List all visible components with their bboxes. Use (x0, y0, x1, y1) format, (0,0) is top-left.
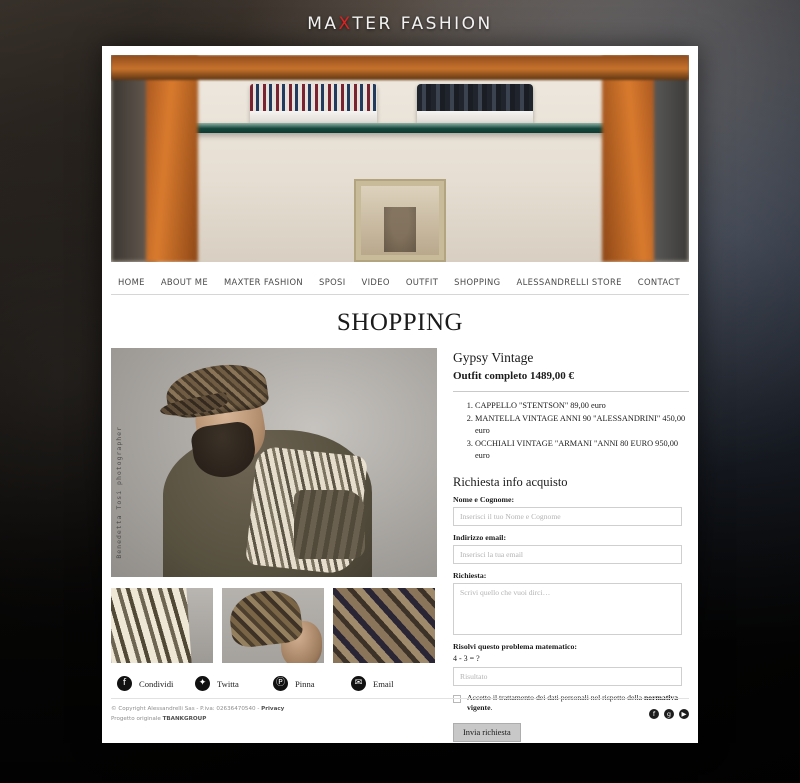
name-input[interactable] (453, 507, 682, 527)
page-card: HOME ABOUT ME MAXTER FASHION SPOSI VIDEO… (102, 46, 698, 743)
form-title: Richiesta info acquisto (453, 475, 568, 490)
nav-alessandrelli-store[interactable]: ALESSANDRELLI STORE (509, 277, 630, 287)
banner-artwork (111, 55, 689, 262)
banner-shirt-stack-left (249, 110, 377, 125)
logo-prefix: MA (307, 14, 339, 34)
pinterest-icon: Ⓟ (273, 676, 288, 691)
footer-credit-brand[interactable]: TBANKGROUP (163, 716, 207, 722)
youtube-icon[interactable]: ▶ (679, 709, 689, 720)
site-logo[interactable]: MAXTER FASHION (307, 14, 493, 34)
captcha-question: 4 - 3 = ? (453, 654, 480, 664)
captcha-input[interactable] (453, 667, 682, 687)
footer-credit-line: Progetto originale TBANKGROUP (111, 715, 284, 725)
share-twitter-button[interactable]: ✦ Twitta (195, 676, 273, 691)
footer-credit-prefix: Progetto originale (111, 716, 163, 723)
share-facebook-button[interactable]: f Condividi (117, 676, 195, 691)
nav-about-me[interactable]: ABOUT ME (153, 277, 216, 287)
site-footer: © Copyright Alessandrelli Sas - P.iva: 0… (111, 698, 689, 725)
nav-maxter-fashion[interactable]: MAXTER FASHION (216, 277, 311, 287)
photo-shawl-fringe (293, 489, 366, 559)
share-pinterest-button[interactable]: Ⓟ Pinna (273, 676, 351, 691)
footer-copyright: © Copyright Alessandrelli Sas - P.iva: 0… (111, 706, 262, 713)
nav-sposi[interactable]: SPOSI (311, 277, 354, 287)
main-navigation: HOME ABOUT ME MAXTER FASHION SPOSI VIDEO… (111, 271, 689, 295)
site-header: MAXTER FASHION (0, 0, 800, 48)
logo-accent-x: X (338, 14, 353, 34)
banner-glass-shelf (186, 123, 614, 133)
list-item: MANTELLA VINTAGE ANNI 90 "ALESSANDRINI" … (475, 413, 689, 437)
share-facebook-label: Condividi (139, 678, 174, 689)
banner-wooden-post-right (602, 55, 655, 262)
email-icon: ✉ (351, 676, 366, 691)
facebook-icon: f (117, 676, 132, 691)
message-field-label: Richiesta: (453, 571, 487, 581)
footer-copyright-line: © Copyright Alessandrelli Sas - P.iva: 0… (111, 705, 284, 715)
banner-wooden-post-left (145, 55, 198, 262)
facebook-icon[interactable]: f (649, 709, 659, 720)
thumbnail-2[interactable] (222, 588, 324, 663)
header-banner-image (111, 55, 689, 262)
nav-contact[interactable]: CONTACT (630, 277, 688, 287)
list-item: CAPPELLO "STENTSON" 89,00 euro (475, 400, 689, 412)
content-area: Benedetta Tosi photographer f Condividi … (102, 348, 698, 742)
message-textarea[interactable] (453, 583, 682, 636)
email-input[interactable] (453, 545, 682, 565)
google-plus-icon[interactable]: g (664, 709, 674, 720)
share-email-label: Email (373, 678, 394, 689)
name-field-label: Nome e Cognome: (453, 495, 515, 505)
footer-privacy-link[interactable]: Privacy (261, 706, 284, 712)
photographer-watermark: Benedetta Tosi photographer (115, 426, 123, 559)
email-field-label: Indirizzo email: (453, 533, 507, 543)
nav-outfit[interactable]: OUTFIT (398, 277, 446, 287)
footer-social-icons: f g ▶ (649, 705, 689, 720)
product-item-list: CAPPELLO "STENTSON" 89,00 euro MANTELLA … (453, 400, 689, 462)
share-email-button[interactable]: ✉ Email (351, 676, 429, 691)
nav-home[interactable]: HOME (114, 277, 153, 287)
logo-suffix: TER FASHION (352, 14, 493, 34)
share-pinterest-label: Pinna (295, 678, 315, 689)
divider (453, 391, 689, 392)
thumbnail-3[interactable] (333, 588, 435, 663)
twitter-icon: ✦ (195, 676, 210, 691)
submit-button[interactable]: Invia richiesta (453, 722, 521, 742)
nav-video[interactable]: VIDEO (354, 277, 398, 287)
thumbnail-1[interactable] (111, 588, 213, 663)
page-title: SHOPPING (336, 309, 464, 336)
nav-shopping[interactable]: SHOPPING (446, 277, 508, 287)
product-main-image[interactable]: Benedetta Tosi photographer (111, 348, 437, 577)
share-twitter-label: Twitta (217, 678, 239, 689)
product-info-column: Gypsy Vintage Outfit completo 1489,00 € … (453, 348, 689, 742)
banner-shirt-stack-right (417, 110, 533, 125)
captcha-label: Risolvi questo problema matematico: (453, 642, 577, 652)
banner-picture-frame (353, 179, 447, 262)
product-price: Outfit completo 1489,00 € (453, 370, 574, 382)
banner-wooden-beam-top (111, 55, 689, 80)
thumbnail-strip (111, 588, 441, 663)
product-name: Gypsy Vintage (453, 350, 534, 365)
list-item: OCCHIALI VINTAGE "ARMANI "ANNI 80 EURO 9… (475, 438, 689, 462)
share-row: f Condividi ✦ Twitta Ⓟ Pinna ✉ Email (111, 676, 441, 691)
gallery-column: Benedetta Tosi photographer f Condividi … (111, 348, 441, 742)
footer-text: © Copyright Alessandrelli Sas - P.iva: 0… (111, 705, 284, 725)
